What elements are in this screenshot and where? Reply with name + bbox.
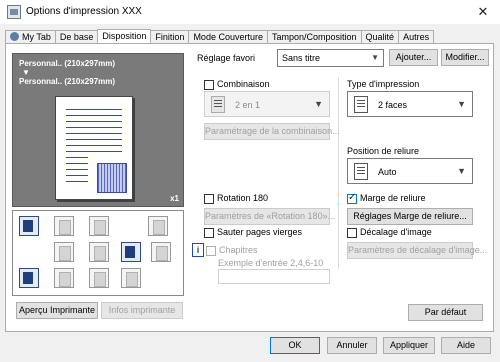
tab-mode-couverture[interactable]: Mode Couverture [188,30,268,44]
chevron-down-icon: ▼ [371,53,379,62]
print-type-label: Type d'impression [347,79,420,89]
modify-button[interactable]: Modifier... [441,49,489,66]
chevron-down-icon: ▼ [457,99,466,109]
copies-count: x1 [170,194,179,203]
title-bar: Options d'impression XXX ✕ [0,0,500,24]
info-icon: i [192,243,204,257]
duplex-icon [354,96,368,113]
tab-finition[interactable]: Finition [150,30,190,44]
booklet-icon[interactable] [54,242,74,262]
tab-strip: My Tab De base Disposition Finition Mode… [5,29,435,44]
chapters-example: Exemple d'entrée 2,4,6-10 [218,258,324,268]
chapters-input[interactable] [218,269,330,284]
tab-disposition[interactable]: Disposition [97,29,152,44]
close-icon[interactable]: ✕ [472,3,494,21]
favorite-label: Réglage favori [197,53,256,63]
cover-icon[interactable] [19,268,39,288]
rotation-settings-button[interactable]: Paramètres de «Rotation 180»... [204,208,335,225]
two-in-one-icon [211,96,225,113]
arrow-down-icon: ▼ [22,68,30,77]
rotation-layout-icon[interactable] [148,216,168,236]
skip-blank-pages-checkbox[interactable] [204,228,214,238]
favorite-value: Sans titre [282,53,321,63]
page-layout-icon[interactable] [121,242,141,262]
image-shift-checkbox[interactable] [347,228,357,238]
combination-value: 2 en 1 [235,100,261,110]
column-divider [338,77,339,269]
text-layout-icon[interactable] [89,242,109,262]
binding-margin-settings-button[interactable]: Réglages Marge de reliure... [347,208,473,225]
page-preview: Personnal.. (210x297mm) ▼ Personnal.. (2… [12,53,184,207]
add-button[interactable]: Ajouter... [389,49,438,66]
tab-de-base[interactable]: De base [54,30,99,44]
skip-blank-pages-label: Sauter pages vierges [217,227,303,237]
image-layout-icon[interactable] [54,216,74,236]
apply-button[interactable]: Appliquer [383,337,435,354]
cancel-button[interactable]: Annuler [327,337,377,354]
tab-autres[interactable]: Autres [398,30,435,44]
copy-layout-icon[interactable] [89,216,109,236]
window-title: Options d'impression XXX [26,6,142,17]
binding-position-label: Position de reliure [347,146,420,156]
binding-margin-label: Marge de reliure [360,193,426,203]
printer-preview-button[interactable]: Aperçu Imprimante [16,302,98,319]
combination-select[interactable]: 2 en 1 ▼ [204,91,330,117]
my-tab-icon [10,32,19,41]
tab-tampon-composition[interactable]: Tampon/Composition [266,30,362,44]
layout-icon-grid [12,210,184,296]
binding-margin-marker [97,163,127,193]
image-shift-label: Décalage d'image [360,227,432,237]
printer-options-icon [7,5,21,19]
help-button[interactable]: Aide [441,337,491,354]
binding-position-value: Auto [378,167,397,177]
binding-position-select[interactable]: Auto ▼ [347,158,473,184]
output-size-label: Personnal.. (210x297mm) [19,77,116,86]
chapters-label: Chapitres [219,245,258,255]
paper-size-label: Personnal.. (210x297mm) [19,59,116,68]
fold-layout-icon[interactable] [121,268,141,288]
binding-auto-icon [354,163,368,180]
default-button[interactable]: Par défaut [408,304,483,321]
tab-my-tab[interactable]: My Tab [5,30,56,44]
print-type-select[interactable]: 2 faces ▼ [347,91,473,117]
chevron-down-icon: ▼ [314,99,323,109]
preview-page [55,96,133,200]
chapters-checkbox[interactable] [206,246,216,256]
chapter-layout-icon[interactable] [151,242,171,262]
punch-layout-icon[interactable] [89,268,109,288]
tab-label: My Tab [22,32,51,42]
printer-info-button[interactable]: Infos imprimante [101,302,183,319]
chevron-down-icon: ▼ [457,166,466,176]
print-type-value: 2 faces [378,100,408,110]
rotation-180-label: Rotation 180 [217,193,269,203]
combination-checkbox[interactable] [204,80,214,90]
ok-button[interactable]: OK [270,337,320,354]
combination-label: Combinaison [217,79,270,89]
tab-qualite[interactable]: Qualité [360,30,400,44]
combination-layout-icon[interactable] [19,216,39,236]
combination-settings-button[interactable]: Paramétrage de la combinaison... [204,123,340,140]
image-shift-settings-button[interactable]: Paramètres de décalage d'image... [347,242,487,259]
binding-margin-checkbox[interactable] [347,192,357,204]
favorite-select[interactable]: Sans titre ▼ [277,49,384,67]
rotation-180-checkbox[interactable] [204,194,214,204]
staple-layout-icon[interactable] [54,268,74,288]
